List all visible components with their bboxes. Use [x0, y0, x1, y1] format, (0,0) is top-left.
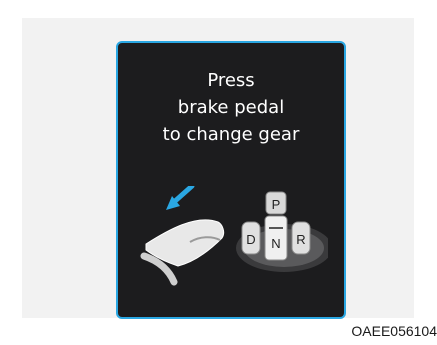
- figure-code: OAEE056104: [351, 323, 437, 339]
- brake-message: Press brake pedal to change gear: [118, 67, 344, 148]
- brake-pedal-icon: [140, 219, 225, 286]
- gear-selector-icon: P D N R: [236, 191, 328, 272]
- gear-button-p: P: [272, 197, 281, 212]
- cluster-display: Press brake pedal to change gear P D N R: [116, 41, 346, 319]
- gear-button-n: N: [271, 236, 280, 251]
- message-line-3: to change gear: [162, 124, 300, 145]
- gear-button-d: D: [246, 232, 255, 247]
- message-line-1: Press: [207, 70, 255, 91]
- press-arrow-icon: [166, 186, 195, 210]
- brake-gear-illustration: P D N R: [140, 186, 328, 286]
- message-line-2: brake pedal: [177, 97, 285, 118]
- figure: Press brake pedal to change gear P D N R…: [0, 0, 437, 345]
- gear-button-r: R: [296, 232, 305, 247]
